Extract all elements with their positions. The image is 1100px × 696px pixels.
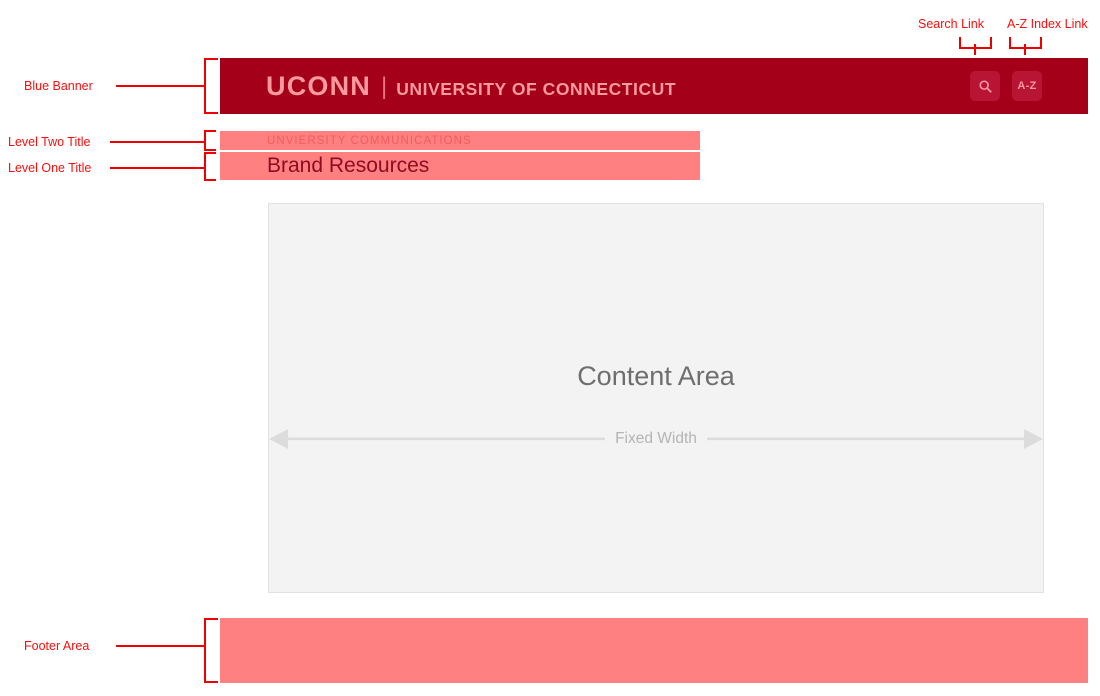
annotation-leader-level-one-title bbox=[110, 167, 206, 169]
annotation-label-blue-banner: Blue Banner bbox=[24, 79, 93, 93]
annotation-stem-az-index-link bbox=[1024, 44, 1026, 55]
annotation-leader-footer-area bbox=[116, 645, 206, 647]
az-index-link-button[interactable]: A-Z bbox=[1012, 71, 1042, 101]
content-area: Content Area Fixed Width bbox=[268, 203, 1044, 593]
brand-divider: | bbox=[381, 72, 388, 100]
footer-area bbox=[220, 618, 1088, 683]
annotation-bracket-level-two-title bbox=[204, 130, 216, 151]
brand-subtitle: UNIVERSITY OF CONNECTICUT bbox=[396, 78, 677, 99]
fixed-width-label: Fixed Width bbox=[615, 430, 697, 447]
annotation-leader-level-two-title bbox=[110, 141, 206, 143]
annotation-label-footer-area: Footer Area bbox=[24, 639, 90, 653]
annotation-label-az-index-link: A-Z Index Link bbox=[1007, 17, 1088, 31]
banner-actions: A-Z bbox=[970, 71, 1042, 101]
annotation-leader-blue-banner bbox=[116, 85, 206, 87]
annotation-bracket-level-one-title bbox=[204, 152, 216, 181]
annotation-label-level-one-title: Level One Title bbox=[8, 161, 92, 175]
search-icon bbox=[978, 79, 993, 94]
fixed-width-indicator: Fixed Width bbox=[269, 426, 1043, 452]
fixed-width-arrow-right bbox=[706, 426, 1043, 452]
fixed-width-arrow-left bbox=[269, 426, 606, 452]
level-one-title-bar: Brand Resources bbox=[220, 152, 700, 180]
annotation-stem-search-link bbox=[974, 44, 976, 55]
content-area-title: Content Area bbox=[577, 361, 735, 391]
uconn-wordmark: UCONN bbox=[266, 70, 371, 101]
annotation-bracket-blue-banner bbox=[204, 58, 218, 114]
level-one-title-text: Brand Resources bbox=[267, 154, 430, 177]
search-link-button[interactable] bbox=[970, 71, 1000, 101]
annotation-label-level-two-title: Level Two Title bbox=[8, 135, 91, 149]
level-two-title-bar: UNVIERSITY COMMUNICATIONS bbox=[220, 131, 700, 150]
annotation-label-search-link: Search Link bbox=[918, 17, 985, 31]
annotation-bracket-footer-area bbox=[204, 618, 218, 683]
uconn-brand-lockup[interactable]: UCONN | UNIVERSITY OF CONNECTICUT bbox=[266, 71, 676, 102]
blue-banner: UCONN | UNIVERSITY OF CONNECTICUT A-Z bbox=[220, 58, 1088, 114]
level-two-title-text: UNVIERSITY COMMUNICATIONS bbox=[267, 134, 472, 147]
az-index-label: A-Z bbox=[1017, 80, 1037, 92]
